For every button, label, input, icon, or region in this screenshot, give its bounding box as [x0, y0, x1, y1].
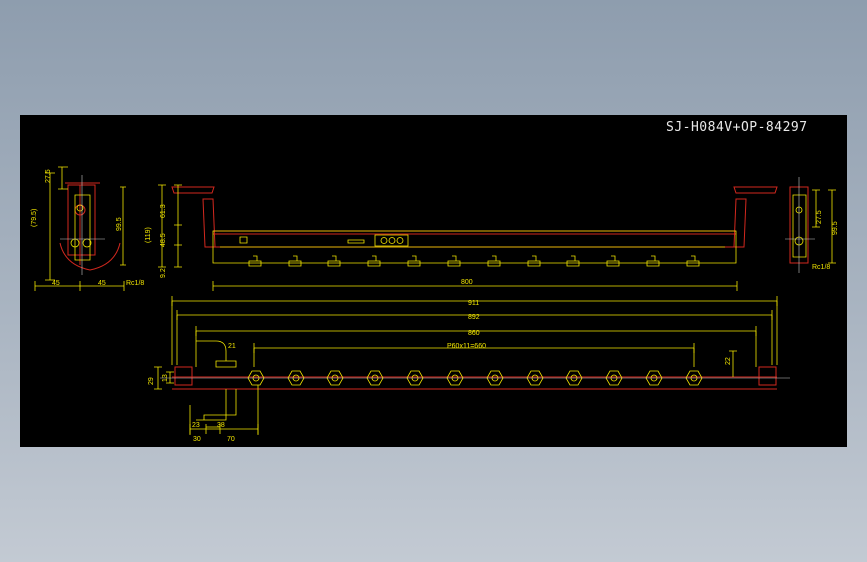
dim-label: (119)	[145, 227, 152, 243]
dim-label: 45	[52, 280, 60, 287]
dim-label: Rc1/8	[126, 280, 144, 287]
dim-label: 29	[148, 377, 155, 385]
dim-label: 892	[468, 314, 480, 321]
top-view: 911 892 860 P60x11=660 21 22 29 13 23 38…	[148, 296, 790, 443]
dim-label: 61.3	[160, 204, 167, 218]
dim-label: 99.5	[832, 221, 839, 235]
dim-label: (79.5)	[31, 209, 38, 227]
front-view: 61.3 (119) 48.5 9.2 800	[145, 184, 778, 291]
dim-label: Rc1/8	[812, 264, 830, 271]
dim-label: P60x11=660	[447, 343, 486, 350]
dim-label: 911	[468, 300, 479, 307]
dim-label: 800	[461, 279, 473, 286]
dim-label: 860	[468, 330, 480, 337]
dim-label: 9.2	[160, 268, 167, 278]
dim-label: 38	[217, 422, 225, 429]
dim-label: 21	[228, 343, 236, 350]
right-side-view: 27.5 99.5 Rc1/8	[785, 177, 839, 273]
cad-viewport[interactable]: SJ-H084V+OP-84297 27.5 (79.5) 99.5 45 45…	[20, 115, 847, 447]
dim-label: 30	[193, 436, 201, 443]
dim-label: 70	[227, 436, 235, 443]
front-nozzle-group	[248, 255, 700, 267]
dim-label: 13	[162, 374, 169, 382]
left-side-view: 27.5 (79.5) 99.5 45 45 Rc1/8	[31, 166, 144, 291]
dim-label: 27.5	[45, 169, 52, 183]
dim-label: 99.5	[116, 217, 123, 231]
dim-label: 45	[98, 280, 106, 287]
dim-label: 22	[725, 357, 732, 365]
dim-label: 23	[192, 422, 200, 429]
cad-drawing: SJ-H084V+OP-84297 27.5 (79.5) 99.5 45 45…	[31, 120, 839, 443]
dim-label: 27.5	[816, 210, 823, 224]
dim-label: 48.5	[160, 233, 167, 247]
drawing-title: SJ-H084V+OP-84297	[666, 120, 808, 135]
